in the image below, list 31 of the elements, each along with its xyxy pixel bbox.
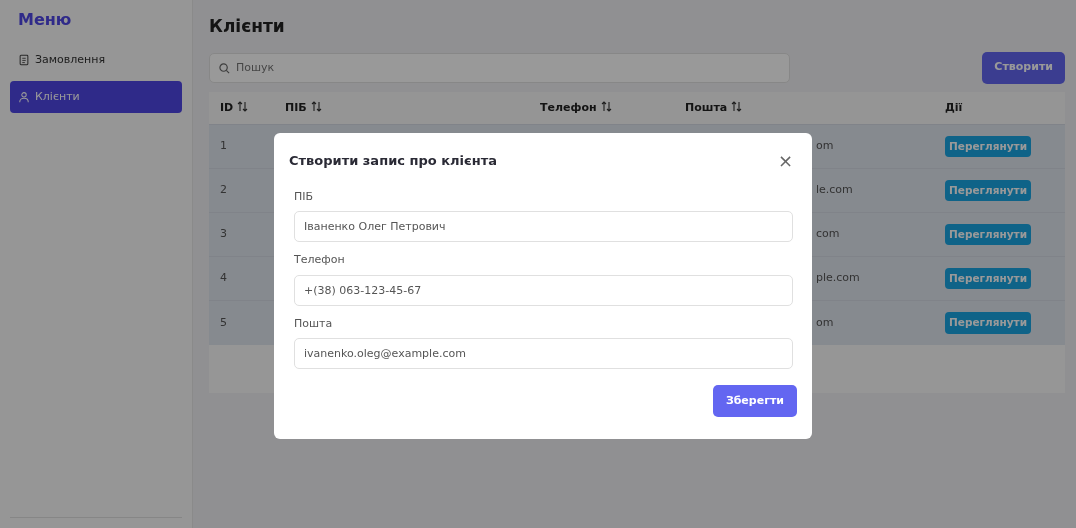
table-cell: 2 (209, 168, 274, 213)
table-cell: 3 (209, 212, 274, 257)
create-button[interactable]: Створити (982, 51, 1065, 84)
column-header[interactable]: ПІБ (274, 91, 529, 125)
column-header: Дії (934, 91, 1065, 125)
sort-icon[interactable] (310, 100, 322, 112)
table-cell: 5 (209, 300, 274, 345)
field-label: ПІБ (294, 188, 315, 205)
person-icon (18, 89, 30, 104)
field-label: Пошта (294, 315, 334, 332)
input-field[interactable]: Іваненко Олег Петрович (294, 211, 793, 242)
table-cell: 1 (209, 124, 274, 169)
document-icon (18, 53, 30, 68)
table-cell: 4 (209, 256, 274, 301)
column-header[interactable]: Пошта (674, 91, 934, 125)
sidebar-item[interactable]: Замовлення (10, 44, 182, 77)
sidebar-title: Меню (18, 9, 73, 31)
sort-icon[interactable] (600, 100, 612, 112)
save-button[interactable]: Зберегти (712, 385, 797, 417)
input-field[interactable]: ivanenko.oleg@example.com (294, 338, 793, 369)
close-button[interactable]: × (773, 151, 797, 170)
column-header[interactable]: ID (209, 91, 274, 125)
sidebar-item[interactable]: Клієнти (10, 80, 182, 113)
page-title: Клієнти (209, 15, 286, 38)
sort-icon[interactable] (731, 100, 743, 112)
modal-title: Створити запис про клієнта (289, 152, 497, 170)
sort-icon[interactable] (237, 100, 249, 112)
field-label: Телефон (294, 252, 346, 268)
input-field[interactable]: +(38) 063-123-45-67 (294, 274, 793, 306)
column-header[interactable]: Телефон (529, 91, 674, 125)
search-field[interactable]: Пошук (209, 52, 790, 83)
